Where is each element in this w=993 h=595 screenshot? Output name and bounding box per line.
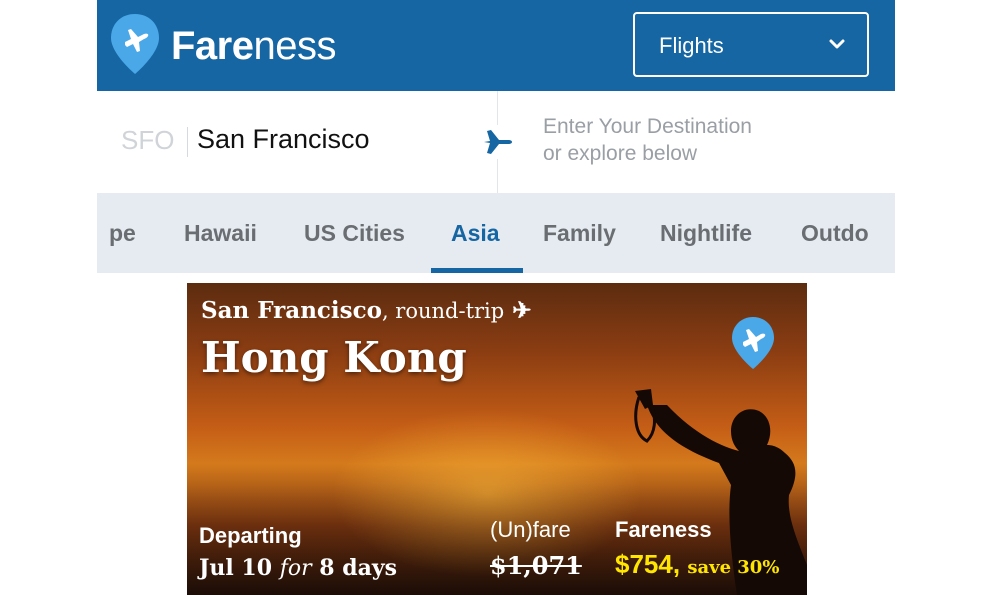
plane-pin-icon xyxy=(732,317,774,369)
destination-placeholder-line2: or explore below xyxy=(543,142,698,165)
plane-pin-icon[interactable] xyxy=(109,12,161,76)
departing-label: Departing xyxy=(199,523,302,548)
deal-route-line: San Francisco, round-trip ✈ xyxy=(201,297,532,324)
deal-destination: Hong Kong xyxy=(201,333,467,382)
origin-airport-code: SFO xyxy=(121,125,175,155)
origin-separator xyxy=(187,127,188,157)
fareness-price-line: $754, save 30% xyxy=(615,549,779,580)
unfare-price: $1,071 xyxy=(490,551,582,580)
fareness-price: $754, xyxy=(615,549,681,579)
deal-origin: San Francisco xyxy=(201,297,382,324)
tab-hawaii[interactable]: Hawaii xyxy=(184,193,257,273)
savings-badge: save 30% xyxy=(687,557,780,578)
departure-summary: Jul 10 for 8 days xyxy=(199,555,397,581)
search-row: SFO San Francisco Enter Your Destination… xyxy=(97,91,895,193)
deal-card[interactable]: San Francisco, round-trip ✈ Hong Kong De… xyxy=(187,283,807,595)
tab-family[interactable]: Family xyxy=(543,193,616,273)
tab-europe[interactable]: pe xyxy=(109,193,136,273)
destination-placeholder-line1: Enter Your Destination xyxy=(543,115,752,138)
logo-wordmark[interactable]: Fareness xyxy=(171,22,336,70)
logo-text-rest: ness xyxy=(253,24,337,68)
trip-duration: 8 days xyxy=(319,555,398,581)
fareness-label: Fareness xyxy=(615,517,712,542)
origin-city-input[interactable]: San Francisco xyxy=(197,124,370,155)
tab-outdoors[interactable]: Outdo xyxy=(801,193,869,273)
travel-mode-select[interactable]: Flights xyxy=(633,12,869,77)
tab-nightlife[interactable]: Nightlife xyxy=(660,193,752,273)
plane-icon xyxy=(480,125,514,159)
travel-mode-label: Flights xyxy=(659,33,724,58)
category-tabs: pe Hawaii US Cities Asia Family Nightlif… xyxy=(97,193,895,273)
unfare-label: (Un)fare xyxy=(490,517,571,542)
deal-trip-type: , round-trip xyxy=(381,299,505,323)
chevron-down-icon xyxy=(829,39,845,49)
active-tab-indicator xyxy=(431,268,523,273)
header-bar: Fareness Flights xyxy=(97,0,895,91)
departure-date: Jul 10 xyxy=(199,555,273,581)
tab-us-cities[interactable]: US Cities xyxy=(304,193,405,273)
fareness-app: Fareness Flights SFO San Francisco Enter… xyxy=(97,0,895,595)
airplane-icon: ✈ xyxy=(512,297,532,324)
for-text: for xyxy=(279,556,312,581)
destination-input[interactable]: Enter Your Destination or explore below xyxy=(543,113,843,173)
tab-asia[interactable]: Asia xyxy=(451,193,500,273)
logo-text-bold: Fare xyxy=(171,24,254,68)
